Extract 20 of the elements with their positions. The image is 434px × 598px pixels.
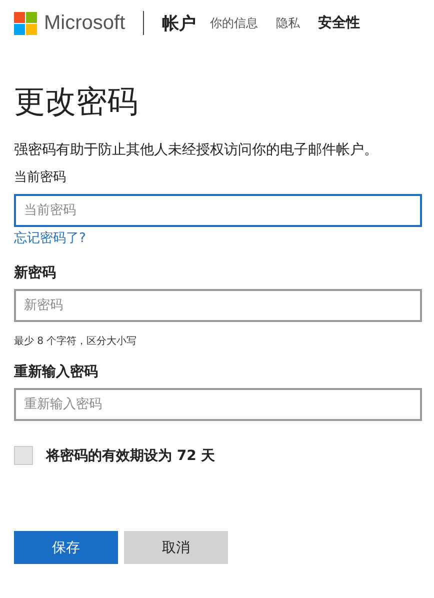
brand-name[interactable]: Microsoft [44, 12, 126, 34]
page-title: 更改密码 [14, 83, 139, 122]
description: 强密码有助于防止其他人未经授权访问你的电子邮件帐户。 [14, 141, 379, 160]
logo-icon [14, 12, 37, 34]
field-label: 新密码 [14, 264, 57, 283]
field-label: 当前密码 [14, 169, 67, 187]
forgot-password-link[interactable]: 忘记密码了? [14, 229, 422, 249]
nav-link[interactable]: 安全性 [318, 14, 360, 32]
checkbox-label: 将密码的有效期设为 72 天 [46, 446, 216, 464]
field-label: 重新输入密码 [14, 362, 99, 382]
section-title[interactable]: 帐户 [162, 12, 196, 34]
nav-link[interactable]: 隐私 [276, 14, 300, 32]
hint-text: 最少 8 个字符，区分大小写 [14, 334, 138, 348]
save-button[interactable]: 保存 [14, 531, 118, 564]
password-field[interactable]: 当前密码 [14, 194, 422, 227]
cancel-button[interactable]: 取消 [124, 531, 228, 564]
password-field[interactable]: 重新输入密码 [14, 388, 422, 421]
nav-link[interactable]: 你的信息 [210, 14, 258, 32]
password-field[interactable]: 新密码 [14, 289, 422, 322]
checkbox[interactable] [14, 446, 33, 465]
